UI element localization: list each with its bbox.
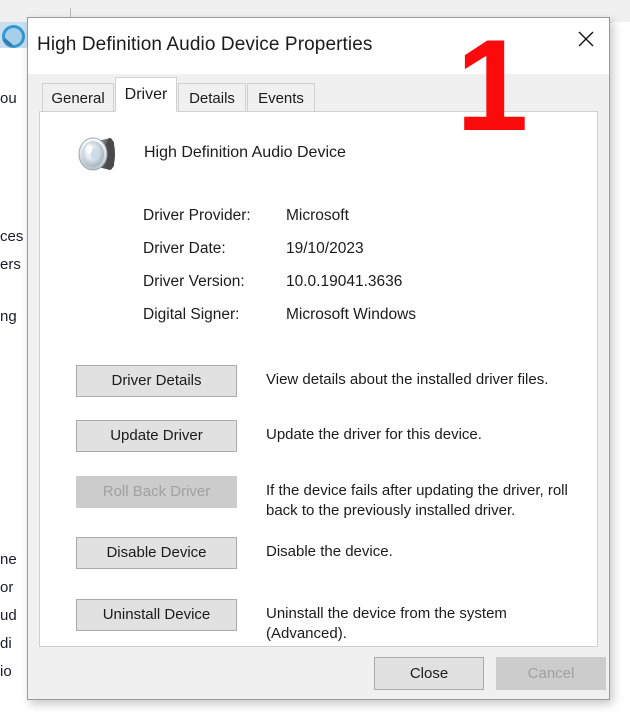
tab-driver[interactable]: Driver — [115, 77, 177, 112]
info-row: Digital Signer: Microsoft Windows — [143, 306, 563, 339]
action-row: Roll Back Driver If the device fails afte… — [76, 476, 586, 522]
background-tree-text-fragment: di — [0, 635, 12, 652]
info-label: Driver Provider: — [143, 207, 251, 224]
disable-device-description: Disable the device. — [266, 543, 393, 560]
update-driver-description: Update the driver for this device. — [266, 426, 482, 443]
background-right-pane — [612, 22, 630, 720]
dialog-title: High Definition Audio Device Properties — [37, 34, 373, 55]
driver-tab-panel: High Definition Audio Device Driver Prov… — [39, 111, 598, 647]
tab-general[interactable]: General — [42, 83, 114, 112]
driver-details-description: View details about the installed driver … — [266, 371, 549, 388]
background-tree-text-fragment: ud — [0, 607, 17, 624]
tab-details[interactable]: Details — [178, 83, 246, 112]
close-button[interactable]: Close — [374, 657, 484, 690]
uninstall-device-description: Uninstall the device from the system (Ad… — [266, 605, 507, 642]
action-row: Uninstall Device Uninstall the device fro… — [76, 599, 586, 645]
background-tree-text-fragment: ers — [0, 256, 21, 273]
speaker-icon — [74, 129, 124, 179]
info-label: Digital Signer: — [143, 306, 240, 323]
uninstall-device-button[interactable]: Uninstall Device — [76, 599, 237, 631]
info-value: 10.0.19041.3636 — [286, 273, 403, 290]
info-label: Driver Version: — [143, 273, 245, 290]
driver-details-button[interactable]: Driver Details — [76, 365, 237, 397]
background-tree-text-fragment: or — [0, 579, 14, 596]
device-header: High Definition Audio Device — [74, 129, 504, 183]
action-row: Driver Details View details about the ins… — [76, 365, 586, 411]
info-row: Driver Date: 19/10/2023 — [143, 240, 563, 273]
close-icon[interactable] — [563, 18, 609, 59]
step-number-annotation: 1 — [456, 12, 529, 158]
roll-back-driver-description: If the device fails after updating the d… — [266, 482, 568, 519]
tab-events[interactable]: Events — [247, 83, 315, 112]
driver-info-grid: Driver Provider: Microsoft Driver Date: 19/… — [143, 207, 563, 339]
background-tree-text-fragment: ne — [0, 551, 17, 568]
dialog-footer: Close Cancel — [28, 647, 609, 699]
disable-device-button[interactable]: Disable Device — [76, 537, 237, 569]
background-tree-text-fragment: ou — [0, 90, 17, 107]
info-row: Driver Provider: Microsoft — [143, 207, 563, 240]
action-row: Update Driver Update the driver for this … — [76, 420, 586, 466]
background-tree-text-fragment: io — [0, 663, 12, 680]
info-label: Driver Date: — [143, 240, 226, 257]
action-row: Disable Device Disable the device. — [76, 537, 586, 583]
roll-back-driver-button: Roll Back Driver — [76, 476, 237, 508]
info-value: 19/10/2023 — [286, 240, 364, 257]
background-tree-text-fragment: ng — [0, 308, 17, 325]
info-value: Microsoft Windows — [286, 306, 417, 323]
device-name-label: High Definition Audio Device — [144, 144, 346, 161]
update-driver-button[interactable]: Update Driver — [76, 420, 237, 452]
cancel-button: Cancel — [496, 657, 606, 690]
info-value: Microsoft — [286, 207, 349, 224]
info-row: Driver Version: 10.0.19041.3636 — [143, 273, 563, 306]
background-tree-text-fragment: ces — [0, 228, 24, 245]
